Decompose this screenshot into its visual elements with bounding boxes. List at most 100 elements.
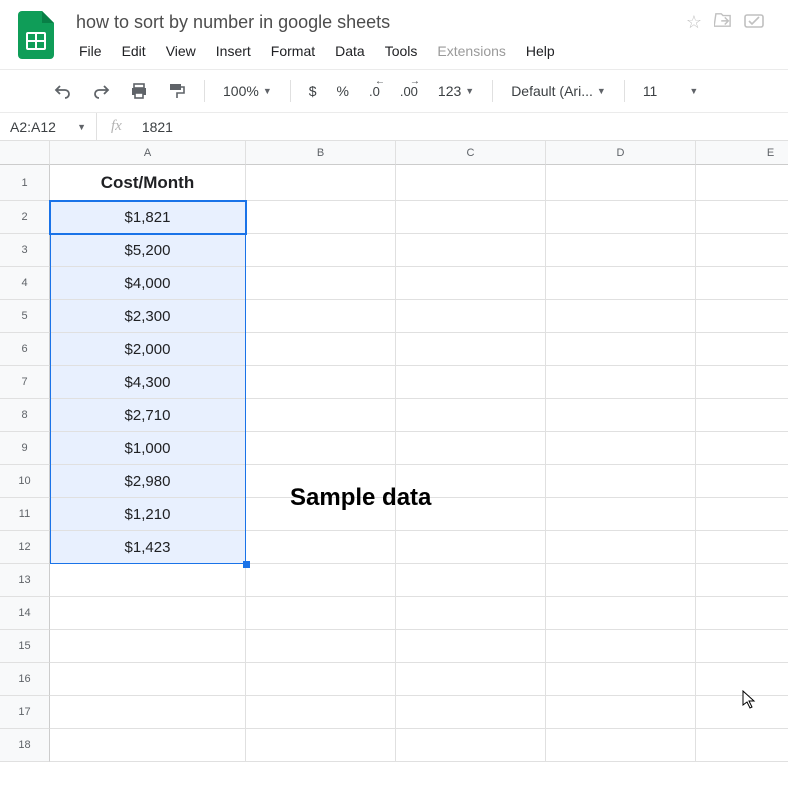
cell[interactable] <box>246 267 396 300</box>
row-header[interactable]: 10 <box>0 465 50 498</box>
cell[interactable] <box>696 432 788 465</box>
cell[interactable] <box>396 165 546 201</box>
cell[interactable] <box>546 399 696 432</box>
cell[interactable]: $1,000 <box>50 432 246 465</box>
cell[interactable] <box>696 498 788 531</box>
formula-bar[interactable]: 1821 <box>136 119 173 135</box>
star-icon[interactable]: ☆ <box>686 12 702 33</box>
menu-file[interactable]: File <box>70 39 111 63</box>
cell[interactable] <box>396 630 546 663</box>
cell[interactable] <box>246 729 396 762</box>
cell[interactable]: Cost/Month <box>50 165 246 201</box>
cell[interactable] <box>696 597 788 630</box>
cell[interactable] <box>696 165 788 201</box>
menu-help[interactable]: Help <box>517 39 564 63</box>
cell[interactable] <box>396 201 546 234</box>
cell[interactable] <box>546 498 696 531</box>
cell[interactable] <box>546 267 696 300</box>
cell[interactable] <box>396 729 546 762</box>
paint-format-icon[interactable] <box>162 78 192 104</box>
menu-format[interactable]: Format <box>262 39 324 63</box>
row-header[interactable]: 17 <box>0 696 50 729</box>
cell[interactable]: $4,300 <box>50 366 246 399</box>
cell[interactable] <box>546 300 696 333</box>
cell[interactable] <box>546 564 696 597</box>
cell[interactable]: $1,821 <box>50 201 246 234</box>
cell[interactable] <box>696 465 788 498</box>
name-box[interactable]: A2:A12 ▼ <box>0 119 96 135</box>
cell[interactable] <box>696 234 788 267</box>
cell[interactable] <box>546 465 696 498</box>
cell[interactable] <box>396 432 546 465</box>
font-dropdown[interactable]: Default (Ari... ▼ <box>505 79 612 103</box>
cell[interactable] <box>546 630 696 663</box>
cell[interactable] <box>396 366 546 399</box>
cell[interactable] <box>396 234 546 267</box>
cell[interactable] <box>546 432 696 465</box>
cell[interactable] <box>246 696 396 729</box>
menu-insert[interactable]: Insert <box>207 39 260 63</box>
row-header[interactable]: 16 <box>0 663 50 696</box>
cell[interactable] <box>246 399 396 432</box>
row-header[interactable]: 6 <box>0 333 50 366</box>
cell[interactable]: $1,423 <box>50 531 246 564</box>
cell[interactable] <box>246 366 396 399</box>
cell[interactable] <box>546 729 696 762</box>
menu-tools[interactable]: Tools <box>376 39 427 63</box>
cell[interactable] <box>50 564 246 597</box>
cell[interactable] <box>696 729 788 762</box>
select-all-corner[interactable] <box>0 141 50 165</box>
cell[interactable] <box>246 597 396 630</box>
col-header-c[interactable]: C <box>396 141 546 165</box>
cell[interactable] <box>546 696 696 729</box>
cell[interactable] <box>546 531 696 564</box>
cell[interactable] <box>50 729 246 762</box>
cell[interactable] <box>246 564 396 597</box>
cell[interactable] <box>246 165 396 201</box>
cell[interactable] <box>246 630 396 663</box>
cell[interactable] <box>396 267 546 300</box>
cell[interactable] <box>396 399 546 432</box>
cell[interactable]: $1,210 <box>50 498 246 531</box>
cell[interactable] <box>546 663 696 696</box>
cell[interactable]: $4,000 <box>50 267 246 300</box>
row-header[interactable]: 12 <box>0 531 50 564</box>
cell[interactable] <box>546 201 696 234</box>
row-header[interactable]: 3 <box>0 234 50 267</box>
col-header-a[interactable]: A <box>50 141 246 165</box>
cell[interactable] <box>546 597 696 630</box>
cell[interactable] <box>696 201 788 234</box>
undo-icon[interactable] <box>48 79 78 103</box>
col-header-d[interactable]: D <box>546 141 696 165</box>
menu-extensions[interactable]: Extensions <box>428 39 514 63</box>
row-header[interactable]: 13 <box>0 564 50 597</box>
cell[interactable] <box>246 531 396 564</box>
row-header[interactable]: 2 <box>0 201 50 234</box>
cell[interactable]: $2,710 <box>50 399 246 432</box>
row-header[interactable]: 1 <box>0 165 50 201</box>
cell[interactable] <box>50 597 246 630</box>
decrease-decimal-button[interactable]: .0← <box>363 80 386 103</box>
more-formats-dropdown[interactable]: 123 ▼ <box>432 79 480 103</box>
cell[interactable] <box>246 201 396 234</box>
cell[interactable]: $2,980 <box>50 465 246 498</box>
cell[interactable] <box>696 366 788 399</box>
row-header[interactable]: 4 <box>0 267 50 300</box>
redo-icon[interactable] <box>86 79 116 103</box>
currency-format-button[interactable]: $ <box>303 79 323 103</box>
cell[interactable] <box>50 630 246 663</box>
col-header-e[interactable]: E <box>696 141 788 165</box>
print-icon[interactable] <box>124 78 154 104</box>
increase-decimal-button[interactable]: .00→ <box>394 80 424 103</box>
cloud-status-icon[interactable] <box>744 12 764 33</box>
cell[interactable] <box>246 234 396 267</box>
cell[interactable] <box>696 399 788 432</box>
cell[interactable] <box>396 531 546 564</box>
selection-handle[interactable] <box>243 561 250 568</box>
row-header[interactable]: 18 <box>0 729 50 762</box>
menu-data[interactable]: Data <box>326 39 374 63</box>
cell[interactable] <box>396 564 546 597</box>
cell[interactable] <box>546 165 696 201</box>
cell[interactable]: $2,000 <box>50 333 246 366</box>
cell[interactable] <box>396 663 546 696</box>
